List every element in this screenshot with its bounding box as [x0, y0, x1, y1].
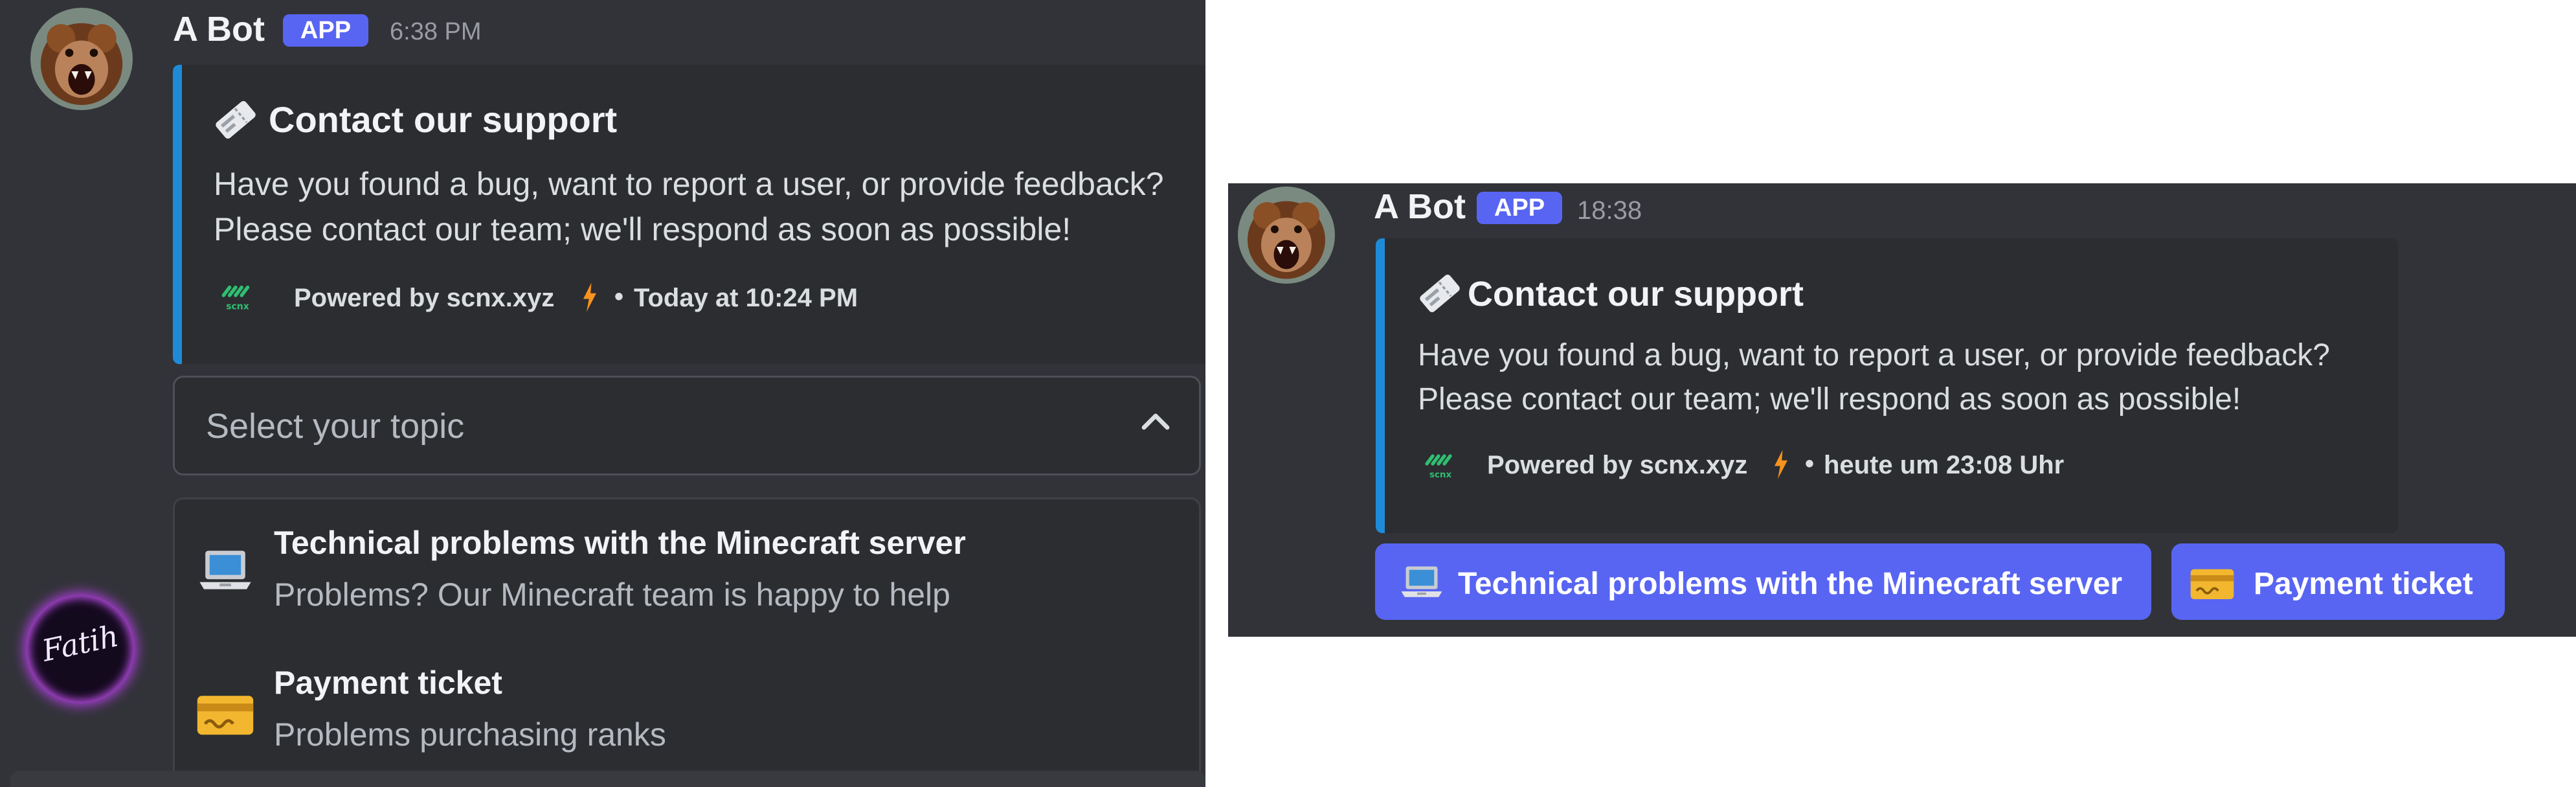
user-avatar[interactable]: Fatih	[26, 595, 135, 703]
bot-avatar[interactable]	[1238, 187, 1335, 284]
option-description: Problems purchasing ranks	[274, 716, 666, 753]
laptop-icon	[1399, 560, 1444, 605]
chevron-up-icon[interactable]	[1136, 402, 1175, 441]
select-placeholder: Select your topic	[206, 407, 465, 446]
embed-description-line1: Have you found a bug, want to report a u…	[1418, 338, 2330, 372]
app-badge: APP	[1477, 192, 1562, 224]
select-option[interactable]: Technical problems with the Minecraft se…	[175, 499, 1199, 635]
embed-footer-time: heute um 23:08 Uhr	[1824, 451, 2065, 479]
lightning-icon	[580, 281, 599, 314]
bot-username[interactable]: A Bot	[173, 9, 265, 49]
support-embed: Contact our support Have you found a bug…	[1376, 238, 2398, 533]
message-timestamp: 6:38 PM	[390, 18, 482, 45]
support-embed: Contact our support Have you found a bug…	[173, 65, 1205, 364]
laptop-icon	[197, 542, 254, 599]
scnx-logo-icon	[218, 275, 258, 315]
option-title: Payment ticket	[274, 665, 502, 701]
lightning-icon	[1771, 448, 1791, 481]
embed-title: Contact our support	[269, 99, 618, 140]
technical-problems-button[interactable]: Technical problems with the Minecraft se…	[1375, 543, 2151, 620]
button-label: Payment ticket	[2254, 567, 2473, 601]
topic-select[interactable]: Select your topic	[173, 376, 1201, 475]
user-avatar-text: Fatih	[39, 618, 122, 668]
credit-card-icon	[2188, 560, 2236, 608]
right-screenshot-panel: A Bot APP 18:38 Contact our support Have…	[1228, 183, 2576, 637]
ticket-icon	[213, 97, 258, 143]
message-timestamp: 18:38	[1577, 196, 1642, 225]
composer-bar	[10, 771, 1205, 787]
payment-ticket-button[interactable]: Payment ticket	[2171, 543, 2505, 620]
credit-card-icon	[194, 683, 256, 746]
ticket-icon	[1417, 271, 1462, 316]
embed-footer-text: Powered by scnx.xyz	[294, 284, 555, 312]
embed-description-line2: Please contact our team; we'll respond a…	[1418, 382, 2241, 416]
embed-footer-time: Today at 10:24 PM	[634, 284, 858, 312]
embed-description-line2: Please contact our team; we'll respond a…	[214, 211, 1071, 247]
select-option[interactable]: Payment ticket Problems purchasing ranks	[175, 637, 1199, 774]
left-screenshot-panel: A Bot APP 6:38 PM Contact our support Ha…	[0, 0, 1205, 787]
option-title: Technical problems with the Minecraft se…	[274, 525, 966, 561]
footer-separator: •	[614, 282, 624, 311]
scnx-logo-icon	[1421, 444, 1460, 483]
bot-username[interactable]: A Bot	[1374, 187, 1466, 227]
option-description: Problems? Our Minecraft team is happy to…	[274, 576, 950, 613]
topic-dropdown-menu: Technical problems with the Minecraft se…	[173, 497, 1201, 781]
button-label: Technical problems with the Minecraft se…	[1458, 567, 2123, 601]
app-badge: APP	[283, 14, 368, 47]
embed-footer-text: Powered by scnx.xyz	[1487, 451, 1748, 479]
embed-description-line1: Have you found a bug, want to report a u…	[214, 166, 1164, 202]
footer-separator: •	[1805, 450, 1815, 478]
bot-avatar[interactable]	[30, 8, 133, 110]
embed-title: Contact our support	[1468, 275, 1804, 314]
